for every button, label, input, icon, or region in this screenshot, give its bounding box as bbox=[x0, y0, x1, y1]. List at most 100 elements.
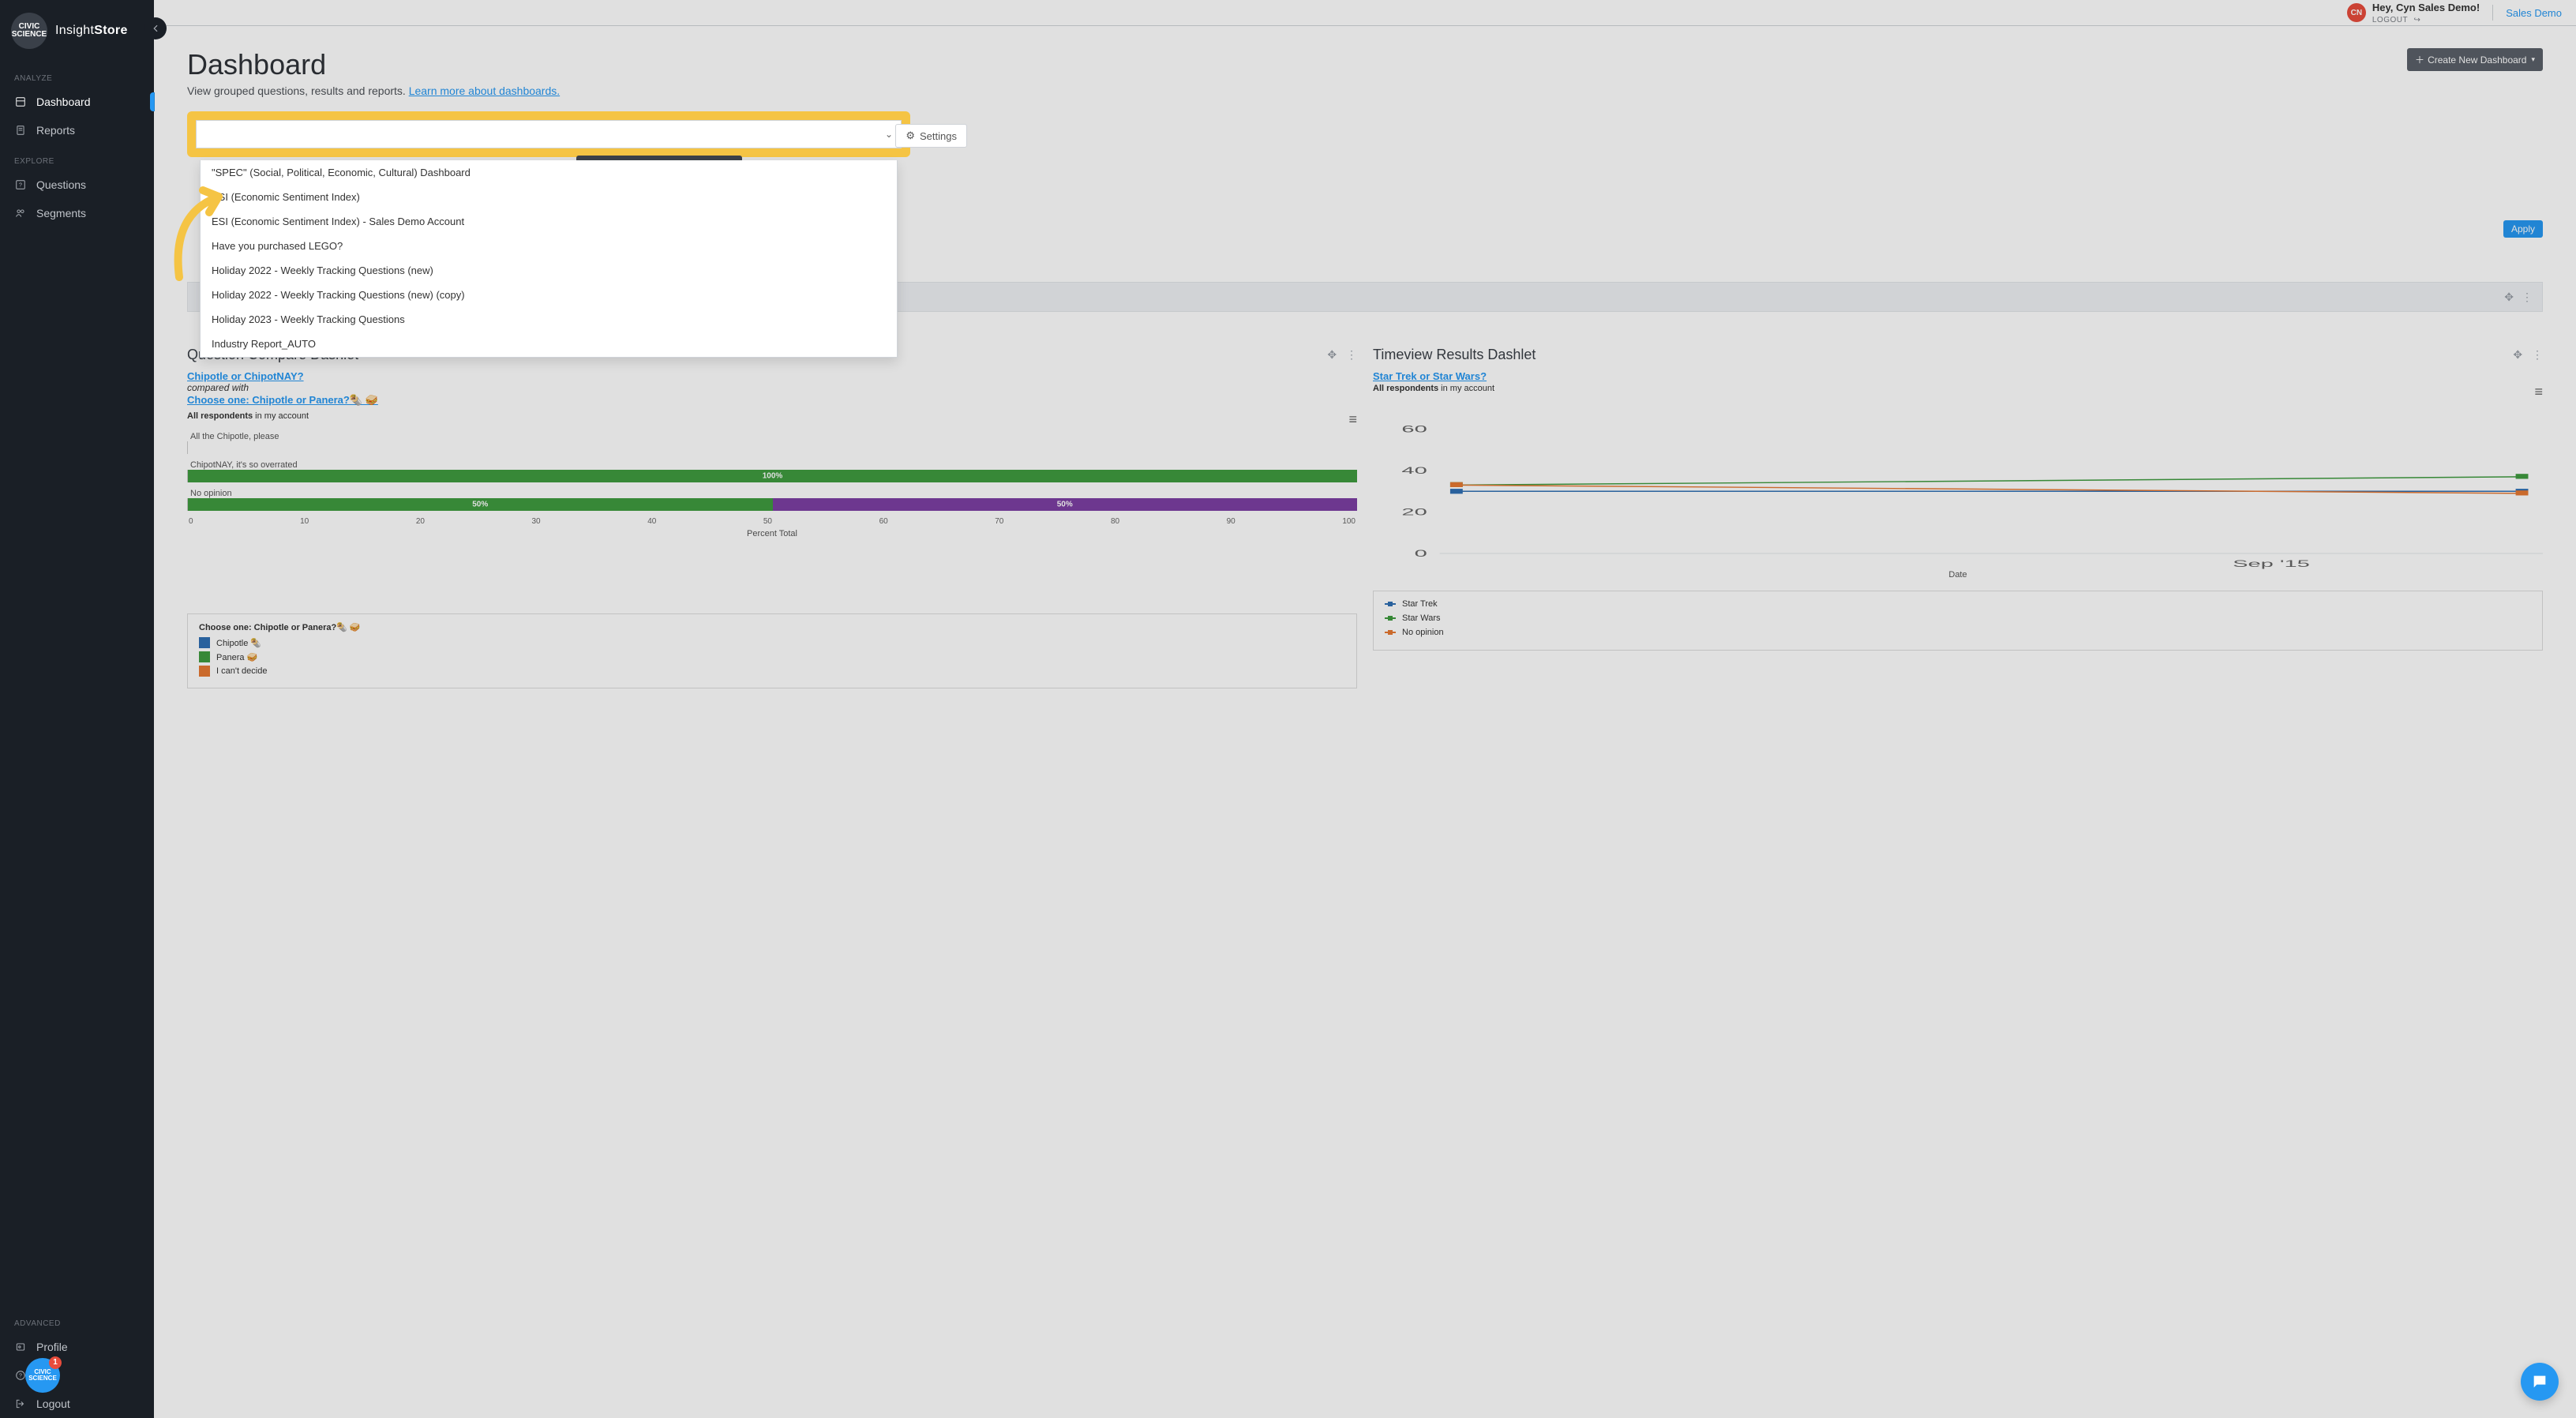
dashboard-search-input[interactable] bbox=[204, 128, 885, 141]
sidebar-item-dashboard[interactable]: Dashboard bbox=[0, 88, 154, 116]
questions-icon: ? bbox=[14, 178, 27, 191]
settings-label: Settings bbox=[920, 130, 957, 142]
dashboard-icon bbox=[14, 96, 27, 108]
segments-icon bbox=[14, 207, 27, 219]
bar-xaxis: 0102030405060708090100 bbox=[187, 517, 1357, 526]
brand-logo[interactable]: CIVIC SCIENCE InsightStore bbox=[0, 0, 154, 62]
timeview-line-chart: 60 40 20 0 bbox=[1373, 404, 2543, 570]
respondents-bold: All respondents bbox=[1373, 384, 1438, 393]
notifications-badge[interactable]: CIVIC SCIENCE 1 bbox=[25, 1358, 60, 1393]
svg-text:40: 40 bbox=[1401, 466, 1427, 476]
main-area: CN Hey, Cyn Sales Demo! LOGOUT ↪ Sales D… bbox=[154, 0, 2576, 1418]
create-dashboard-button[interactable]: ＋ Create New Dashboard ▾ bbox=[2407, 48, 2543, 71]
sidebar-item-segments[interactable]: Segments bbox=[0, 199, 154, 227]
chart-menu-icon[interactable]: ≡ bbox=[1348, 411, 1357, 428]
sidebar-section-analyze: ANALYZE bbox=[0, 62, 154, 88]
dropdown-item[interactable]: Industry Report_BEAUTY bbox=[201, 356, 897, 358]
legend-label: I can't decide bbox=[216, 666, 267, 676]
question-compare-dashlet: Question Compare Dashlet ✥ ⋮ Chipotle or… bbox=[187, 347, 1357, 688]
learn-more-link[interactable]: Learn more about dashboards. bbox=[409, 84, 560, 97]
bar-value-label: 50% bbox=[472, 501, 488, 509]
dropdown-item[interactable]: ESI (Economic Sentiment Index) bbox=[201, 185, 897, 209]
move-icon[interactable]: ✥ bbox=[2504, 291, 2514, 304]
more-vertical-icon[interactable]: ⋮ bbox=[1346, 348, 1357, 361]
sidebar-item-logout[interactable]: Logout bbox=[0, 1390, 154, 1418]
bar-category-label: All the Chipotle, please bbox=[190, 432, 1357, 441]
question-link-primary[interactable]: Star Trek or Star Wars? bbox=[1373, 370, 1487, 382]
dropdown-item[interactable]: Holiday 2023 - Weekly Tracking Questions bbox=[201, 307, 897, 332]
chevron-down-icon: ⌄ bbox=[885, 129, 893, 140]
sidebar-item-label: Logout bbox=[36, 1397, 70, 1410]
sales-demo-link[interactable]: Sales Demo bbox=[2506, 7, 2562, 19]
legend-swatch bbox=[199, 637, 210, 648]
respondents-bold: All respondents bbox=[187, 411, 253, 421]
dropdown-item[interactable]: "SPEC" (Social, Political, Economic, Cul… bbox=[201, 160, 897, 185]
legend-swatch bbox=[199, 666, 210, 677]
apply-button[interactable]: Apply bbox=[2503, 220, 2543, 238]
caret-down-icon: ▾ bbox=[2531, 55, 2535, 64]
sidebar-item-reports[interactable]: Reports bbox=[0, 116, 154, 144]
sidebar-item-label: Segments bbox=[36, 207, 86, 219]
legend-swatch bbox=[199, 651, 210, 662]
move-icon[interactable]: ✥ bbox=[1327, 348, 1337, 361]
xaxis-title: Percent Total bbox=[187, 529, 1357, 538]
respondents-rest: in my account bbox=[253, 411, 309, 421]
page-title: Dashboard bbox=[187, 48, 560, 81]
dashlet-title: Timeview Results Dashlet bbox=[1373, 347, 1535, 363]
legend-label: Star Trek bbox=[1402, 599, 1438, 609]
plus-icon: ＋ bbox=[2415, 53, 2424, 66]
legend-swatch bbox=[1385, 629, 1396, 636]
content: Dashboard View grouped questions, result… bbox=[154, 26, 2576, 1418]
svg-text:20: 20 bbox=[1401, 507, 1427, 517]
dashboard-search-highlight: ⌄ Click to type and search dashboards "S… bbox=[187, 111, 910, 157]
move-icon[interactable]: ✥ bbox=[2513, 348, 2522, 361]
dashboard-search-select[interactable]: ⌄ bbox=[196, 120, 902, 148]
more-vertical-icon[interactable]: ⋮ bbox=[2522, 291, 2533, 304]
bar-category-label: ChipotNAY, it's so overrated bbox=[190, 460, 1357, 470]
topbar: CN Hey, Cyn Sales Demo! LOGOUT ↪ Sales D… bbox=[154, 0, 2576, 26]
timeview-legend: Star Trek Star Wars No opinion bbox=[1373, 591, 2543, 651]
sidebar-item-label: Profile bbox=[36, 1341, 68, 1353]
divider bbox=[2492, 5, 2493, 21]
chat-icon bbox=[2531, 1373, 2548, 1390]
brand-mark: CIVIC SCIENCE bbox=[11, 13, 47, 49]
dashboard-search-dropdown: "SPEC" (Social, Political, Economic, Cul… bbox=[200, 160, 898, 358]
sidebar-item-help[interactable]: ? Help bbox=[0, 1361, 154, 1390]
brand-wordmark: InsightStore bbox=[55, 24, 128, 38]
create-button-label: Create New Dashboard bbox=[2428, 54, 2526, 66]
legend-label: Chipotle 🌯 bbox=[216, 638, 261, 648]
sidebar-item-label: Questions bbox=[36, 178, 86, 191]
notification-count: 1 bbox=[49, 1356, 62, 1369]
question-link-primary[interactable]: Chipotle or ChipotNAY? bbox=[187, 370, 304, 382]
dropdown-item[interactable]: Holiday 2022 - Weekly Tracking Questions… bbox=[201, 283, 897, 307]
legend-label: Panera 🥪 bbox=[216, 652, 257, 662]
legend-swatch bbox=[1385, 601, 1396, 607]
bar-value-label: 100% bbox=[763, 472, 783, 481]
dropdown-item[interactable]: ESI (Economic Sentiment Index) - Sales D… bbox=[201, 209, 897, 234]
logout-icon bbox=[14, 1397, 27, 1410]
logout-link[interactable]: LOGOUT bbox=[2372, 16, 2408, 24]
chevron-left-icon bbox=[150, 23, 161, 34]
avatar[interactable]: CN bbox=[2347, 3, 2366, 22]
svg-text:?: ? bbox=[19, 182, 22, 188]
dropdown-item[interactable]: Holiday 2022 - Weekly Tracking Questions… bbox=[201, 258, 897, 283]
more-vertical-icon[interactable]: ⋮ bbox=[2532, 348, 2543, 361]
bar-category-label: No opinion bbox=[190, 489, 1357, 498]
profile-icon bbox=[14, 1341, 27, 1353]
compare-legend: Choose one: Chipotle or Panera?🌯 🥪 Chipo… bbox=[187, 613, 1357, 688]
dropdown-item[interactable]: Have you purchased LEGO? bbox=[201, 234, 897, 258]
sidebar-collapse-button[interactable] bbox=[144, 17, 167, 39]
gear-icon: ⚙ bbox=[906, 129, 915, 142]
svg-text:0: 0 bbox=[1415, 549, 1427, 559]
sidebar-item-profile[interactable]: Profile bbox=[0, 1333, 154, 1361]
chart-menu-icon[interactable]: ≡ bbox=[2534, 384, 2543, 400]
question-link-secondary[interactable]: Choose one: Chipotle or Panera?🌯 🥪 bbox=[187, 394, 378, 406]
chat-widget-button[interactable] bbox=[2521, 1363, 2559, 1401]
sidebar-item-questions[interactable]: ? Questions bbox=[0, 171, 154, 199]
settings-button[interactable]: ⚙ Settings bbox=[895, 124, 967, 148]
respondents-rest: in my account bbox=[1438, 384, 1494, 393]
dropdown-item[interactable]: Industry Report_AUTO bbox=[201, 332, 897, 356]
sidebar-item-label: Dashboard bbox=[36, 96, 91, 108]
svg-text:?: ? bbox=[19, 1373, 22, 1379]
legend-label: No opinion bbox=[1402, 628, 1444, 637]
